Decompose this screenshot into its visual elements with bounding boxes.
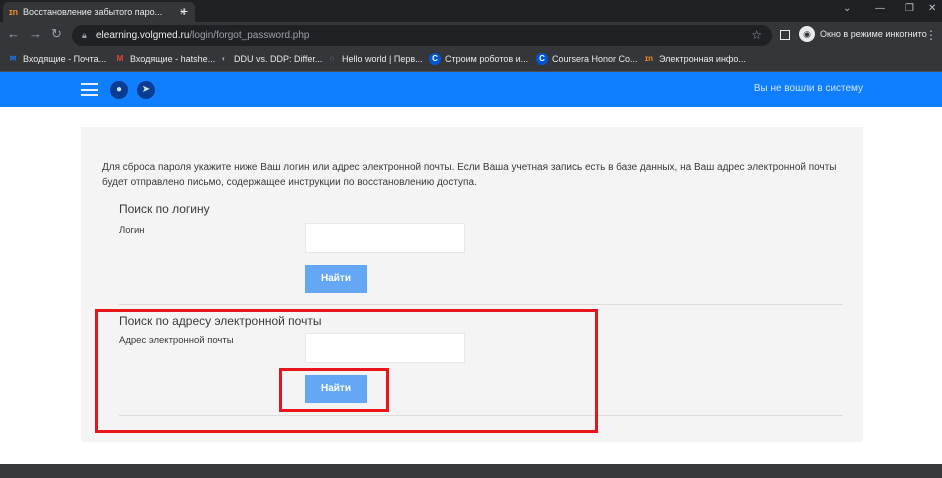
bookmark-label: Электронная инфо...: [659, 54, 746, 64]
browser-tab-bar: ɪn Восстановление забытого паро... ✕ + ⌄…: [0, 0, 942, 22]
new-tab-plus-icon[interactable]: +: [180, 4, 188, 18]
loader-icon: ◌: [329, 54, 335, 63]
address-bar[interactable]: 🔒︎ elearning.volgmed.ru /login/forgot_pa…: [72, 25, 772, 46]
minimize-icon[interactable]: —: [875, 3, 885, 14]
bookmark-item[interactable]: ✉ Входящие - Почта...: [7, 53, 107, 65]
bookmark-label: Hello world | Перв...: [342, 54, 423, 64]
bookmark-item[interactable]: ◌ Hello world | Перв...: [326, 53, 423, 65]
url-host: elearning.volgmed.ru: [96, 30, 190, 41]
username-input[interactable]: [305, 223, 465, 253]
section-divider: [119, 304, 843, 305]
globe-icon[interactable]: ●: [110, 81, 128, 99]
browser-toolbar: ← → ↻ 🔒︎ elearning.volgmed.ru /login/for…: [0, 22, 942, 48]
bookmark-label: Строим роботов и...: [445, 54, 529, 64]
hamburger-menu-icon[interactable]: [81, 83, 98, 96]
incognito-label: Окно в режиме инкогнито: [820, 29, 927, 39]
bookmark-item[interactable]: C Строим роботов и...: [429, 53, 528, 65]
username-section-title: Поиск по логину: [119, 202, 210, 216]
tab-title: Восстановление забытого паро...: [23, 7, 163, 17]
browser-tab[interactable]: ɪn Восстановление забытого паро... ✕: [3, 2, 195, 22]
bookmark-item[interactable]: M Входящие - hatshe...: [114, 53, 216, 65]
telegram-icon[interactable]: ➤: [137, 81, 155, 99]
reload-icon[interactable]: ↻: [51, 27, 62, 41]
restore-icon[interactable]: ❐: [905, 3, 914, 14]
bookmark-label: DDU vs. DDP: Differ...: [234, 54, 323, 64]
bookmark-label: Входящие - hatshe...: [130, 54, 216, 64]
side-panel-icon[interactable]: [780, 30, 790, 40]
coursera-icon: C: [536, 53, 548, 65]
forward-arrow-icon[interactable]: →: [29, 27, 42, 41]
moodle-icon: ɪn: [644, 54, 654, 63]
username-field-label: Логин: [119, 225, 145, 236]
tab-search-chevron-icon[interactable]: ⌄: [843, 3, 851, 14]
site-header: ● ➤ Вы не вошли в систему: [0, 72, 942, 107]
coursera-icon: C: [429, 53, 441, 65]
browser-menu-icon[interactable]: ⋮: [925, 28, 937, 42]
bookmark-star-icon[interactable]: ☆: [751, 28, 762, 42]
instructions-text: Для сброса пароля укажите ниже Ваш логин…: [102, 162, 837, 188]
bookmark-label: Coursera Honor Co...: [552, 54, 638, 64]
gmail-icon: ✉: [9, 54, 17, 63]
moodle-favicon-icon: ɪn: [9, 7, 19, 17]
page-footer-bar: [0, 464, 942, 478]
bookmark-item[interactable]: C Coursera Honor Co...: [536, 53, 638, 65]
site-icon: ◐: [221, 54, 227, 63]
back-arrow-icon[interactable]: ←: [7, 27, 20, 41]
username-search-button[interactable]: Найти: [305, 265, 367, 293]
bookmark-item[interactable]: ɪn Электронная инфо...: [643, 53, 746, 65]
incognito-icon: ◉: [799, 26, 815, 42]
bookmark-label: Входящие - Почта...: [23, 54, 107, 64]
incognito-indicator[interactable]: ◉ Окно в режиме инкогнито: [799, 26, 927, 42]
email-button-highlight-box: [279, 368, 389, 412]
login-status[interactable]: Вы не вошли в систему: [754, 83, 863, 94]
window-close-icon[interactable]: ✕: [928, 3, 936, 14]
url-path: /login/forgot_password.php: [189, 30, 310, 41]
bookmarks-bar: ✉ Входящие - Почта... M Входящие - hatsh…: [0, 48, 942, 72]
gmail-icon: M: [116, 54, 124, 63]
bookmark-item[interactable]: ◐ DDU vs. DDP: Differ...: [218, 53, 323, 65]
lock-icon[interactable]: 🔒︎: [82, 30, 96, 41]
